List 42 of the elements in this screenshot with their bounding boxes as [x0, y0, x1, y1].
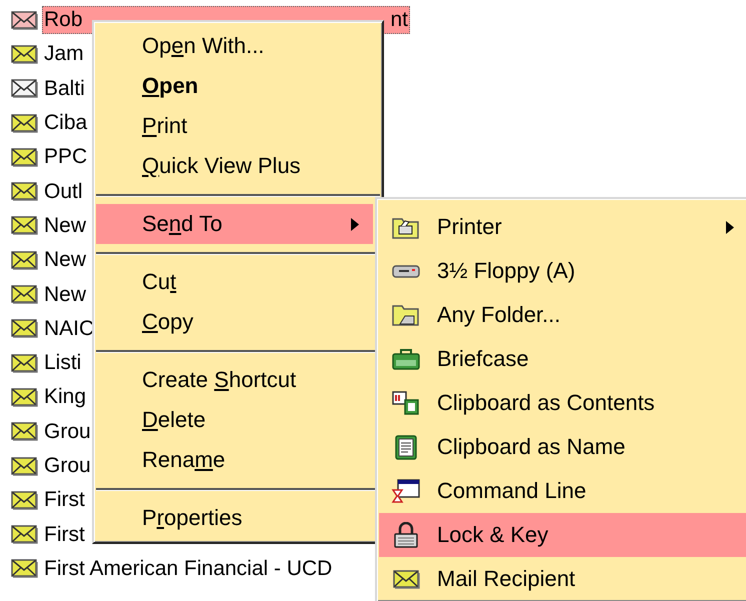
menu-item[interactable]: Properties — [96, 498, 373, 538]
message-subject[interactable]: Jam — [42, 42, 86, 66]
message-subject[interactable]: New — [42, 214, 88, 237]
message-subject[interactable]: Ciba — [42, 111, 90, 134]
menu-item[interactable]: Quick View Plus — [96, 146, 373, 186]
message-subject[interactable]: First — [42, 522, 87, 546]
message-subject[interactable]: Outl — [42, 180, 85, 203]
envelope-icon — [392, 570, 420, 588]
menu-item[interactable]: Command Line — [379, 469, 746, 513]
menu-item[interactable]: Any Folder... — [379, 293, 746, 337]
menu-item[interactable]: Copy — [96, 302, 373, 342]
menu-item[interactable]: Open With... — [96, 26, 373, 66]
menu-item[interactable]: Printer — [379, 205, 746, 249]
message-subject[interactable]: Balti — [42, 76, 87, 100]
menu-item[interactable]: Clipboard as Name — [379, 425, 746, 469]
briefcase-icon — [391, 346, 421, 372]
menu-item[interactable]: 3½ Floppy (A) — [379, 249, 746, 293]
message-subject[interactable]: King — [42, 385, 88, 408]
menu-item[interactable]: Rename — [96, 440, 373, 480]
message-subject-end: nt — [390, 7, 409, 34]
message-subject[interactable]: First — [42, 488, 87, 512]
message-subject[interactable]: Grou — [42, 420, 93, 443]
menu-item[interactable]: Cut — [96, 262, 373, 302]
message-subject[interactable]: Listi — [42, 351, 84, 374]
menu-item[interactable]: Mail Recipient — [379, 557, 746, 601]
message-subject[interactable]: New — [42, 282, 88, 306]
menu-item[interactable]: Print — [96, 106, 373, 146]
message-subject[interactable]: PPC — [42, 145, 90, 168]
menu-item[interactable]: Create Shortcut — [96, 360, 373, 400]
message-subject[interactable]: NAIC — [42, 316, 96, 340]
message-subject[interactable]: Grou — [42, 454, 93, 477]
menu-item[interactable]: Lock & Key — [379, 513, 746, 557]
command-window-icon — [391, 478, 421, 504]
menu-item[interactable]: Clipboard as Contents — [379, 381, 746, 425]
documents-icon — [391, 390, 421, 416]
message-subject: Rob — [43, 7, 84, 34]
message-subject[interactable]: New — [42, 248, 88, 272]
menu-item[interactable]: Briefcase — [379, 337, 746, 381]
message-subject[interactable]: First American Financial - UCD — [42, 556, 334, 580]
menu-item[interactable]: Delete — [96, 400, 373, 440]
menu-item[interactable]: Open — [96, 66, 373, 106]
menu-item[interactable]: Send To — [96, 204, 373, 244]
